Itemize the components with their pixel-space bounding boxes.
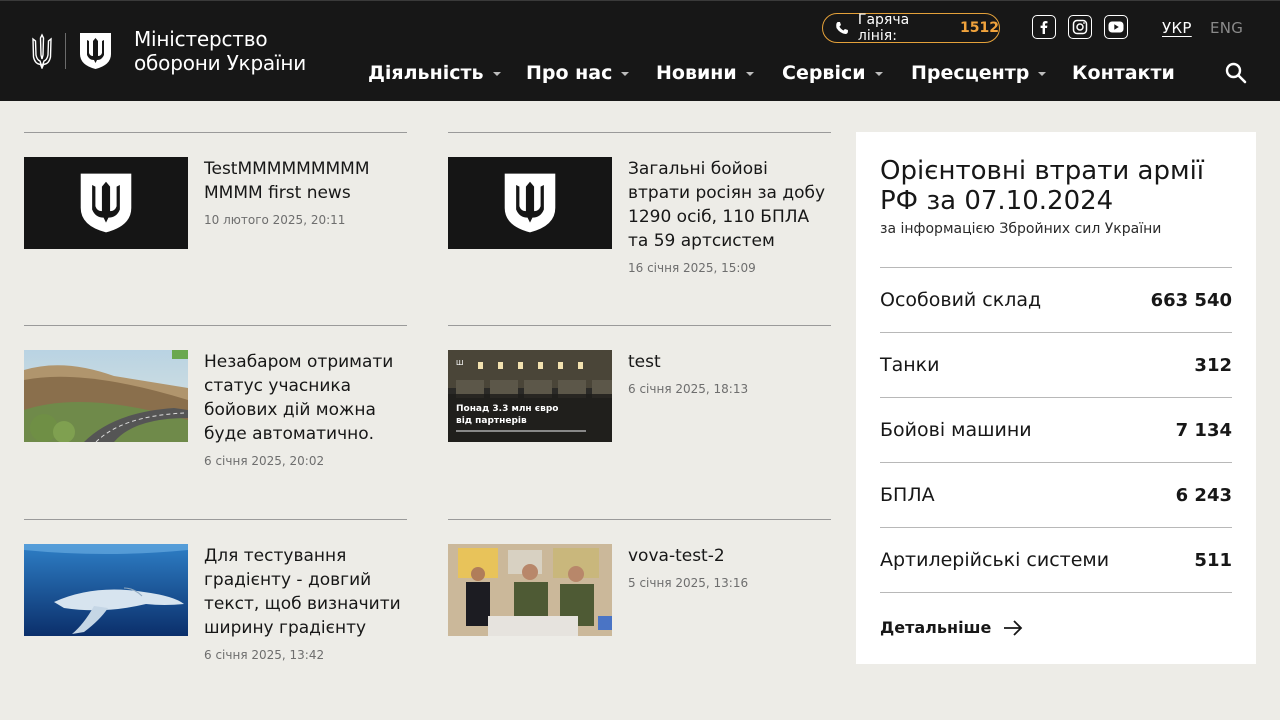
losses-title: Орієнтовні втрати армії РФ за 07.10.2024 <box>880 156 1205 216</box>
chevron-down-icon <box>1038 72 1047 76</box>
enemy-losses-panel: Орієнтовні втрати армії РФ за 07.10.2024… <box>856 132 1256 664</box>
more-label: Детальніше <box>880 618 992 637</box>
warehouse-photo: Ш Понад 3.3 млн євро від партнерів <box>448 350 612 442</box>
svg-text:Понад 3.3 млн євро: Понад 3.3 млн євро <box>456 404 558 414</box>
news-date: 6 січня 2025, 18:13 <box>628 382 749 396</box>
nav-item-label: Пресцентр <box>911 62 1030 84</box>
svg-text:Ш: Ш <box>456 359 464 367</box>
hotline-number: 1512 <box>960 20 999 36</box>
svg-text:від партнерів: від партнерів <box>456 415 527 426</box>
nav-item-presscenter[interactable]: Пресцентр <box>911 61 1047 85</box>
news-thumbnail <box>448 544 612 636</box>
logo-line2: оборони України <box>134 51 307 75</box>
instagram-icon[interactable] <box>1068 15 1092 39</box>
news-thumbnail <box>448 157 612 249</box>
news-item[interactable]: Ш Понад 3.3 млн євро від партнерів test … <box>448 325 831 515</box>
news-thumbnail: Ш Понад 3.3 млн євро від партнерів <box>448 350 612 442</box>
chevron-down-icon <box>492 72 501 76</box>
nav-item-label: Про нас <box>526 62 613 84</box>
site-header: Міністерство оборони України Гаряча ліні… <box>0 0 1280 101</box>
loss-label: Бойові машини <box>880 419 1032 441</box>
news-date: 6 січня 2025, 20:02 <box>204 454 325 468</box>
loss-row-combat-vehicles: Бойові машини 7 134 <box>880 397 1232 462</box>
nav-item-label: Сервіси <box>782 62 866 84</box>
nav-item-about[interactable]: Про нас <box>526 61 630 85</box>
news-item[interactable]: Загальні бойові втрати росіян за добу 12… <box>448 132 831 322</box>
news-thumbnail <box>24 157 188 249</box>
loss-value: 663 540 <box>1150 289 1232 311</box>
news-title[interactable]: vova-test-2 <box>628 544 828 568</box>
hotline-label: Гаряча лінія: <box>857 12 910 44</box>
news-title[interactable]: Загальні бойові втрати росіян за добу 12… <box>628 157 828 253</box>
news-date: 6 січня 2025, 13:42 <box>204 648 325 662</box>
mountain-road-photo <box>24 350 188 442</box>
chevron-down-icon <box>745 72 754 76</box>
lang-eng-link[interactable]: ENG <box>1210 19 1243 37</box>
chevron-down-icon <box>621 72 630 76</box>
losses-divider <box>880 592 1232 593</box>
facebook-icon[interactable] <box>1032 15 1056 39</box>
loss-label: Артилерійські системи <box>880 549 1110 571</box>
nav-item-label: Контакти <box>1072 62 1175 84</box>
search-icon[interactable] <box>1224 61 1248 85</box>
loss-value: 7 134 <box>1175 419 1232 441</box>
nav-item-contacts[interactable]: Контакти <box>1072 61 1175 85</box>
nav-item-news[interactable]: Новини <box>656 61 754 85</box>
trident-icon <box>32 33 52 69</box>
loss-value: 312 <box>1194 354 1232 376</box>
loss-row-personnel: Особовий склад 663 540 <box>880 267 1232 332</box>
loss-value: 6 243 <box>1175 484 1232 506</box>
logo-text: Міністерство оборони України <box>134 27 306 75</box>
losses-more-link[interactable]: Детальніше <box>880 618 1023 637</box>
nav-item-label: Діяльність <box>368 62 484 84</box>
chevron-down-icon <box>874 72 883 76</box>
youtube-icon[interactable] <box>1104 15 1128 39</box>
whale-photo <box>24 544 188 636</box>
ministry-shield-icon <box>504 173 556 233</box>
ministry-shield-icon <box>80 173 132 233</box>
news-title[interactable]: Для тестування градієнту - довгий текст,… <box>204 544 404 640</box>
loss-label: БПЛА <box>880 484 935 506</box>
nav-item-label: Новини <box>656 62 737 84</box>
loss-row-uav: БПЛА 6 243 <box>880 462 1232 527</box>
nav-item-services[interactable]: Сервіси <box>782 61 883 85</box>
loss-value: 511 <box>1194 549 1232 571</box>
losses-subtitle: за інформацією Збройних сил України <box>880 221 1162 237</box>
nav-item-activity[interactable]: Діяльність <box>368 61 501 85</box>
arrow-right-icon <box>1004 619 1023 636</box>
lang-ukr-link[interactable]: УКР <box>1162 19 1192 37</box>
phone-icon <box>836 22 848 34</box>
logo-divider <box>65 33 66 69</box>
news-title[interactable]: test <box>628 350 828 374</box>
news-item[interactable]: vova-test-2 5 січня 2025, 13:16 <box>448 519 831 709</box>
loss-label: Танки <box>880 354 940 376</box>
news-title[interactable]: Незабаром отримати статус учасника бойов… <box>204 350 404 446</box>
news-item[interactable]: Незабаром отримати статус учасника бойов… <box>24 325 407 515</box>
news-date: 5 січня 2025, 13:16 <box>628 576 749 590</box>
hotline-button[interactable]: Гаряча лінія: 1512 <box>822 12 1000 44</box>
news-title[interactable]: TestMMMMMMMMM MMMM first news <box>204 157 404 205</box>
logo-line1: Міністерство <box>134 27 268 51</box>
news-date: 16 січня 2025, 15:09 <box>628 261 756 275</box>
loss-row-artillery: Артилерійські системи 511 <box>880 527 1232 592</box>
people-photo <box>448 544 612 636</box>
news-thumbnail <box>24 350 188 442</box>
news-thumbnail <box>24 544 188 636</box>
loss-row-tanks: Танки 312 <box>880 332 1232 397</box>
loss-label: Особовий склад <box>880 289 1042 311</box>
news-item[interactable]: Для тестування градієнту - довгий текст,… <box>24 519 407 709</box>
news-item[interactable]: TestMMMMMMMMM MMMM first news 10 лютого … <box>24 132 407 322</box>
news-date: 10 лютого 2025, 20:11 <box>204 213 346 227</box>
site-logo[interactable]: Міністерство оборони України <box>30 27 306 75</box>
ministry-shield-icon <box>80 33 111 69</box>
